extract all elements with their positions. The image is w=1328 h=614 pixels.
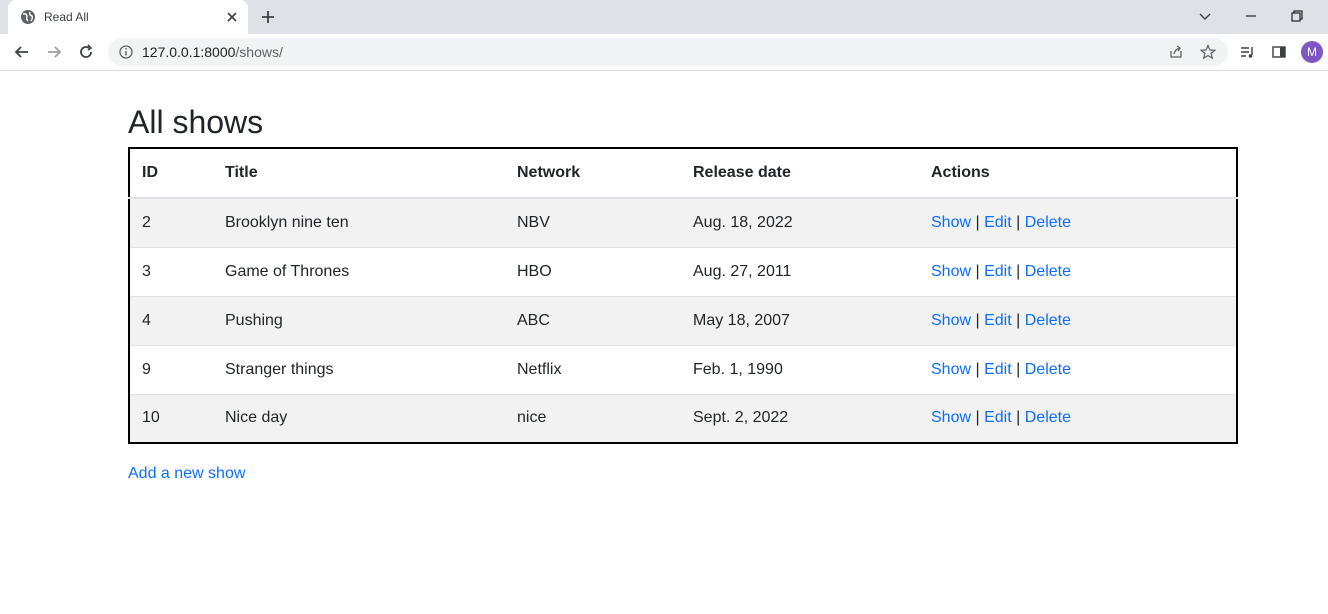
url-text[interactable]: 127.0.0.1:8000/shows/ [142, 44, 283, 60]
cell-release-date: Aug. 27, 2011 [681, 246, 919, 296]
cell-id: 9 [129, 344, 213, 394]
column-header-release-date: Release date [681, 148, 919, 199]
cell-network: nice [505, 393, 681, 443]
edit-link[interactable]: Edit [984, 312, 1012, 329]
plus-icon[interactable] [260, 9, 276, 25]
cell-actions: Show | Edit | Delete [919, 344, 1237, 394]
separator: | [975, 360, 980, 378]
url-host: 127.0.0.1:8000 [142, 44, 236, 60]
table-row: 3 Game of Thrones HBO Aug. 27, 2011 Show… [129, 246, 1237, 296]
delete-link[interactable]: Delete [1025, 312, 1071, 329]
address-bar[interactable]: 127.0.0.1:8000/shows/ [108, 38, 1228, 66]
restore-icon[interactable] [1289, 8, 1305, 24]
cell-release-date: Aug. 18, 2022 [681, 197, 919, 247]
separator: | [1016, 213, 1021, 231]
delete-link[interactable]: Delete [1025, 409, 1071, 426]
cell-id: 10 [129, 393, 213, 443]
edit-link[interactable]: Edit [984, 409, 1012, 426]
cell-title: Game of Thrones [213, 246, 505, 296]
show-link[interactable]: Show [931, 214, 971, 231]
separator: | [1016, 262, 1021, 280]
cell-actions: Show | Edit | Delete [919, 295, 1237, 345]
cell-title: Brooklyn nine ten [213, 197, 505, 247]
table-row: 9 Stranger things Netflix Feb. 1, 1990 S… [129, 344, 1237, 394]
cell-title: Nice day [213, 393, 505, 443]
cell-actions: Show | Edit | Delete [919, 246, 1237, 296]
browser-tab[interactable]: Read All [8, 0, 248, 34]
side-panel-icon[interactable] [1271, 44, 1287, 60]
cell-release-date: May 18, 2007 [681, 295, 919, 345]
show-link[interactable]: Show [931, 361, 971, 378]
url-path: /shows/ [235, 44, 283, 60]
page-content: All shows ID Title Network Release date … [0, 72, 1328, 614]
show-link[interactable]: Show [931, 263, 971, 280]
show-link[interactable]: Show [931, 312, 971, 329]
table-row: 4 Pushing ABC May 18, 2007 Show | Edit |… [129, 295, 1237, 345]
table-row: 2 Brooklyn nine ten NBV Aug. 18, 2022 Sh… [129, 197, 1237, 247]
cell-id: 3 [129, 246, 213, 296]
separator: | [1016, 311, 1021, 329]
share-icon[interactable] [1168, 44, 1184, 60]
cell-network: HBO [505, 246, 681, 296]
cell-release-date: Sept. 2, 2022 [681, 393, 919, 443]
chevron-down-icon[interactable] [1197, 8, 1213, 24]
delete-link[interactable]: Delete [1025, 361, 1071, 378]
column-header-actions: Actions [919, 148, 1237, 199]
cell-id: 4 [129, 295, 213, 345]
edit-link[interactable]: Edit [984, 214, 1012, 231]
table-header-row: ID Title Network Release date Actions [129, 148, 1237, 199]
cell-title: Pushing [213, 295, 505, 345]
reload-icon[interactable] [76, 42, 96, 62]
tab-title: Read All [44, 10, 89, 24]
add-show-link[interactable]: Add a new show [128, 464, 245, 484]
delete-link[interactable]: Delete [1025, 214, 1071, 231]
info-icon[interactable] [118, 44, 134, 60]
forward-icon[interactable] [44, 42, 64, 62]
shows-table: ID Title Network Release date Actions 2 … [128, 147, 1238, 444]
edit-link[interactable]: Edit [984, 361, 1012, 378]
edit-link[interactable]: Edit [984, 263, 1012, 280]
browser-toolbar: 127.0.0.1:8000/shows/ M [0, 34, 1328, 71]
minimize-icon[interactable] [1243, 8, 1259, 24]
close-icon[interactable] [224, 9, 240, 25]
cell-title: Stranger things [213, 344, 505, 394]
separator: | [975, 311, 980, 329]
separator: | [975, 409, 980, 427]
globe-icon [21, 10, 35, 24]
cell-actions: Show | Edit | Delete [919, 393, 1237, 443]
separator: | [975, 262, 980, 280]
cell-network: NBV [505, 197, 681, 247]
reading-list-icon[interactable] [1239, 44, 1255, 60]
delete-link[interactable]: Delete [1025, 263, 1071, 280]
cell-release-date: Feb. 1, 1990 [681, 344, 919, 394]
star-icon[interactable] [1200, 44, 1216, 60]
show-link[interactable]: Show [931, 409, 971, 426]
column-header-id: ID [129, 148, 213, 199]
column-header-title: Title [213, 148, 505, 199]
separator: | [975, 213, 980, 231]
cell-network: Netflix [505, 344, 681, 394]
table-row: 10 Nice day nice Sept. 2, 2022 Show | Ed… [129, 393, 1237, 443]
cell-id: 2 [129, 197, 213, 247]
tab-strip: Read All [0, 0, 1328, 34]
separator: | [1016, 360, 1021, 378]
avatar[interactable]: M [1301, 41, 1323, 63]
page-title: All shows [128, 104, 264, 140]
back-icon[interactable] [12, 42, 32, 62]
cell-actions: Show | Edit | Delete [919, 197, 1237, 247]
separator: | [1016, 409, 1021, 427]
column-header-network: Network [505, 148, 681, 199]
cell-network: ABC [505, 295, 681, 345]
